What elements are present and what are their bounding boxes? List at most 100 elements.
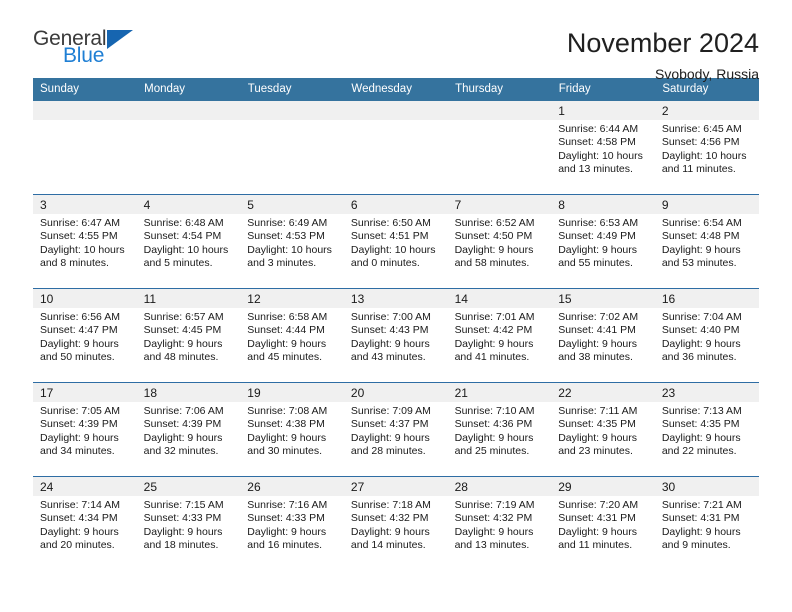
- calendar-day-cell[interactable]: 2 Sunrise: 6:45 AM Sunset: 4:56 PM Daylight…: [654, 101, 759, 195]
- calendar-day-cell[interactable]: 20 Sunrise: 7:09 AM Sunset: 4:37 PM Dayligh…: [343, 382, 448, 477]
- sunset-text: Sunset: 4:35 PM: [661, 418, 740, 431]
- calendar-day-cell[interactable]: 14 Sunrise: 7:01 AM Sunset: 4:42 PM Dayligh…: [447, 288, 552, 383]
- sunrise-text: Sunrise: 6:44 AM: [558, 123, 639, 135]
- calendar-day-cell[interactable]: 11 Sunrise: 6:57 AM Sunset: 4:45 PM Dayligh…: [136, 288, 241, 383]
- calendar-day-cell[interactable]: 6 Sunrise: 6:50 AM Sunset: 4:51 PM Daylight…: [343, 194, 448, 289]
- calendar-day-cell[interactable]: 15 Sunrise: 7:02 AM Sunset: 4:41 PM Dayligh…: [551, 288, 655, 383]
- sunrise-text: Sunrise: 7:02 AM: [558, 311, 639, 323]
- daylight-text: Daylight: 9 hours and 53 minutes.: [661, 243, 741, 270]
- calendar-day-cell[interactable]: 22 Sunrise: 7:11 AM Sunset: 4:35 PM Dayligh…: [551, 382, 655, 477]
- sunset-text: Sunset: 4:40 PM: [661, 324, 740, 337]
- day-sun-info: Sunrise: 6:57 AM Sunset: 4:45 PM Daylight:…: [137, 308, 241, 365]
- day-number: 30: [654, 477, 759, 496]
- calendar-day-cell[interactable]: 4 Sunrise: 6:48 AM Sunset: 4:54 PM Daylight…: [136, 194, 241, 289]
- calendar-day-cell[interactable]: 1 Sunrise: 6:44 AM Sunset: 4:58 PM Daylight…: [551, 101, 655, 195]
- day-sun-info: Sunrise: 7:10 AM Sunset: 4:36 PM Daylight:…: [448, 402, 552, 459]
- daylight-text: Daylight: 10 hours and 11 minutes.: [661, 149, 747, 176]
- day-number: 19: [240, 383, 344, 402]
- daylight-text: Daylight: 9 hours and 25 minutes.: [454, 431, 534, 458]
- calendar-day-cell[interactable]: 9 Sunrise: 6:54 AM Sunset: 4:48 PM Daylight…: [654, 194, 759, 289]
- day-sun-info: Sunrise: 7:13 AM Sunset: 4:35 PM Daylight:…: [655, 402, 759, 459]
- calendar-day-cell[interactable]: 29 Sunrise: 7:20 AM Sunset: 4:31 PM Dayligh…: [551, 476, 655, 570]
- calendar-week-row: 10 Sunrise: 6:56 AM Sunset: 4:47 PM Dayligh…: [33, 288, 759, 383]
- sunset-text: Sunset: 4:43 PM: [350, 324, 429, 337]
- daylight-text: Daylight: 9 hours and 30 minutes.: [247, 431, 327, 458]
- sunrise-text: Sunrise: 6:52 AM: [454, 217, 535, 229]
- brand-logo[interactable]: General Blue: [33, 28, 134, 66]
- day-sun-info: Sunrise: 6:47 AM Sunset: 4:55 PM Daylight:…: [33, 214, 137, 271]
- sunset-text: Sunset: 4:49 PM: [558, 230, 636, 243]
- sunset-text: Sunset: 4:55 PM: [40, 230, 118, 243]
- sunrise-text: Sunrise: 6:50 AM: [350, 217, 431, 229]
- day-sun-info: Sunrise: 6:49 AM Sunset: 4:53 PM Daylight:…: [240, 214, 344, 271]
- daylight-text: Daylight: 9 hours and 45 minutes.: [247, 337, 327, 364]
- weekday-header-tuesday: Tuesday: [240, 78, 345, 101]
- calendar-day-cell[interactable]: 30 Sunrise: 7:21 AM Sunset: 4:31 PM Dayligh…: [654, 476, 759, 570]
- day-number: 26: [240, 477, 344, 496]
- day-sun-info: Sunrise: 6:50 AM Sunset: 4:51 PM Daylight:…: [344, 214, 448, 271]
- calendar-day-cell[interactable]: 25 Sunrise: 7:15 AM Sunset: 4:33 PM Dayligh…: [136, 476, 241, 570]
- calendar-day-cell[interactable]: 12 Sunrise: 6:58 AM Sunset: 4:44 PM Dayligh…: [240, 288, 344, 383]
- calendar-day-cell[interactable]: 7 Sunrise: 6:52 AM Sunset: 4:50 PM Daylight…: [447, 194, 552, 289]
- calendar-day-cell[interactable]: 19 Sunrise: 7:08 AM Sunset: 4:38 PM Dayligh…: [240, 382, 344, 477]
- day-sun-info: Sunrise: 6:48 AM Sunset: 4:54 PM Daylight:…: [137, 214, 241, 271]
- calendar-day-cell[interactable]: 18 Sunrise: 7:06 AM Sunset: 4:39 PM Dayligh…: [136, 382, 241, 477]
- calendar-week-row: 17 Sunrise: 7:05 AM Sunset: 4:39 PM Dayligh…: [33, 382, 759, 477]
- daylight-text: Daylight: 9 hours and 34 minutes.: [40, 431, 119, 458]
- sunrise-text: Sunrise: 6:56 AM: [40, 311, 120, 323]
- calendar-empty-cell: [136, 101, 241, 195]
- sunset-text: Sunset: 4:34 PM: [40, 512, 118, 525]
- weekday-header-wednesday: Wednesday: [343, 78, 449, 101]
- calendar-day-cell[interactable]: 23 Sunrise: 7:13 AM Sunset: 4:35 PM Dayligh…: [654, 382, 759, 477]
- day-number: 15: [551, 289, 655, 308]
- daylight-text: Daylight: 10 hours and 13 minutes.: [558, 149, 643, 176]
- daylight-text: Daylight: 9 hours and 32 minutes.: [143, 431, 223, 458]
- daylight-text: Daylight: 9 hours and 43 minutes.: [350, 337, 430, 364]
- calendar-day-cell[interactable]: 26 Sunrise: 7:16 AM Sunset: 4:33 PM Dayligh…: [240, 476, 344, 570]
- calendar-week-row: 24 Sunrise: 7:14 AM Sunset: 4:34 PM Dayligh…: [33, 476, 759, 570]
- day-number: 5: [240, 195, 344, 214]
- sunset-text: Sunset: 4:41 PM: [558, 324, 636, 337]
- sunrise-text: Sunrise: 7:09 AM: [350, 405, 431, 417]
- calendar-day-cell[interactable]: 24 Sunrise: 7:14 AM Sunset: 4:34 PM Dayligh…: [33, 476, 137, 570]
- day-number: 27: [343, 477, 448, 496]
- calendar-day-cell[interactable]: 10 Sunrise: 6:56 AM Sunset: 4:47 PM Dayligh…: [33, 288, 137, 383]
- day-sun-info: Sunrise: 6:58 AM Sunset: 4:44 PM Daylight:…: [240, 308, 344, 365]
- daylight-text: Daylight: 9 hours and 36 minutes.: [661, 337, 741, 364]
- sunset-text: Sunset: 4:36 PM: [454, 418, 533, 431]
- calendar-day-cell[interactable]: 16 Sunrise: 7:04 AM Sunset: 4:40 PM Dayligh…: [654, 288, 759, 383]
- day-sun-info: Sunrise: 7:15 AM Sunset: 4:33 PM Daylight:…: [137, 496, 241, 553]
- day-number: [33, 101, 137, 120]
- calendar-body: 1 Sunrise: 6:44 AM Sunset: 4:58 PM Daylight…: [33, 101, 759, 570]
- calendar-day-cell[interactable]: 17 Sunrise: 7:05 AM Sunset: 4:39 PM Dayligh…: [33, 382, 137, 477]
- day-sun-info: Sunrise: 7:00 AM Sunset: 4:43 PM Daylight:…: [344, 308, 448, 365]
- day-number: 6: [343, 195, 448, 214]
- sunrise-text: Sunrise: 7:16 AM: [247, 499, 328, 511]
- calendar-day-cell[interactable]: 28 Sunrise: 7:19 AM Sunset: 4:32 PM Dayligh…: [447, 476, 552, 570]
- daylight-text: Daylight: 10 hours and 3 minutes.: [247, 243, 332, 270]
- day-number: [136, 101, 241, 120]
- calendar-day-cell[interactable]: 8 Sunrise: 6:53 AM Sunset: 4:49 PM Daylight…: [551, 194, 655, 289]
- calendar-empty-cell: [343, 101, 448, 195]
- daylight-text: Daylight: 9 hours and 13 minutes.: [454, 525, 534, 552]
- calendar-day-cell[interactable]: 21 Sunrise: 7:10 AM Sunset: 4:36 PM Dayligh…: [447, 382, 552, 477]
- calendar-day-cell[interactable]: 3 Sunrise: 6:47 AM Sunset: 4:55 PM Daylight…: [33, 194, 137, 289]
- sunset-text: Sunset: 4:56 PM: [661, 136, 740, 149]
- calendar-day-cell[interactable]: 5 Sunrise: 6:49 AM Sunset: 4:53 PM Daylight…: [240, 194, 344, 289]
- daylight-text: Daylight: 9 hours and 58 minutes.: [454, 243, 534, 270]
- calendar-table: Sunday Monday Tuesday Wednesday Thursday Frid…: [33, 78, 759, 570]
- day-sun-info: Sunrise: 7:09 AM Sunset: 4:37 PM Daylight:…: [344, 402, 448, 459]
- sunset-text: Sunset: 4:48 PM: [661, 230, 740, 243]
- daylight-text: Daylight: 9 hours and 18 minutes.: [143, 525, 223, 552]
- calendar-day-cell[interactable]: 27 Sunrise: 7:18 AM Sunset: 4:32 PM Dayligh…: [343, 476, 448, 570]
- daylight-text: Daylight: 9 hours and 16 minutes.: [247, 525, 327, 552]
- weekday-header-thursday: Thursday: [447, 78, 552, 101]
- calendar-day-cell[interactable]: 13 Sunrise: 7:00 AM Sunset: 4:43 PM Dayligh…: [343, 288, 448, 383]
- calendar-empty-cell: [240, 101, 344, 195]
- sunrise-text: Sunrise: 7:08 AM: [247, 405, 328, 417]
- sunset-text: Sunset: 4:53 PM: [247, 230, 325, 243]
- sunrise-text: Sunrise: 7:11 AM: [558, 405, 638, 417]
- sunset-text: Sunset: 4:37 PM: [350, 418, 429, 431]
- sunrise-text: Sunrise: 7:01 AM: [454, 311, 535, 323]
- daylight-text: Daylight: 9 hours and 41 minutes.: [454, 337, 534, 364]
